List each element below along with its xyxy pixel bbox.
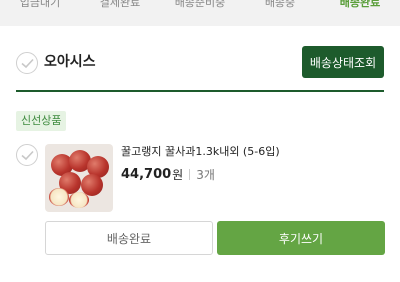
check-icon bbox=[21, 58, 34, 69]
tab-pending-payment[interactable]: 입금대기 bbox=[0, 0, 80, 16]
apple-slice-shape bbox=[69, 192, 89, 208]
seller-name: 오아시스 bbox=[44, 54, 96, 70]
product-name[interactable]: 꿀고랭지 꿀사과1.3k내외 (5-6입) bbox=[121, 144, 280, 160]
tab-delivered[interactable]: 배송완료 bbox=[320, 0, 400, 16]
product-quantity: 3개 bbox=[196, 168, 215, 182]
order-status-tabs: 입금대기 결제완료 배송준비중 배송중 배송완료 bbox=[0, 0, 400, 26]
section-divider bbox=[16, 90, 384, 92]
item-select-checkbox[interactable] bbox=[16, 144, 38, 166]
delivery-complete-button[interactable]: 배송완료 bbox=[45, 221, 213, 255]
product-thumbnail[interactable] bbox=[45, 144, 113, 212]
price-divider bbox=[189, 169, 191, 180]
currency-unit: 원 bbox=[172, 168, 184, 182]
delivery-status-button[interactable]: 배송상태조회 bbox=[302, 46, 384, 78]
tab-in-transit[interactable]: 배송중 bbox=[240, 0, 320, 16]
order-card: 오아시스 배송상태조회 신선상품 꿀고랭지 꿀사과1.3k내외 (5-6입) 4… bbox=[0, 26, 400, 282]
price-row: 44,700 원 3개 bbox=[121, 166, 215, 183]
tab-preparing-shipment[interactable]: 배송준비중 bbox=[160, 0, 240, 16]
seller-select-checkbox[interactable] bbox=[16, 52, 38, 74]
apple-slice-shape bbox=[49, 188, 69, 206]
product-price: 44,700 bbox=[121, 167, 172, 182]
check-icon bbox=[21, 150, 34, 161]
fresh-product-badge: 신선상품 bbox=[16, 111, 67, 131]
tab-payment-complete[interactable]: 결제완료 bbox=[80, 0, 160, 16]
write-review-button[interactable]: 후기쓰기 bbox=[217, 221, 385, 255]
